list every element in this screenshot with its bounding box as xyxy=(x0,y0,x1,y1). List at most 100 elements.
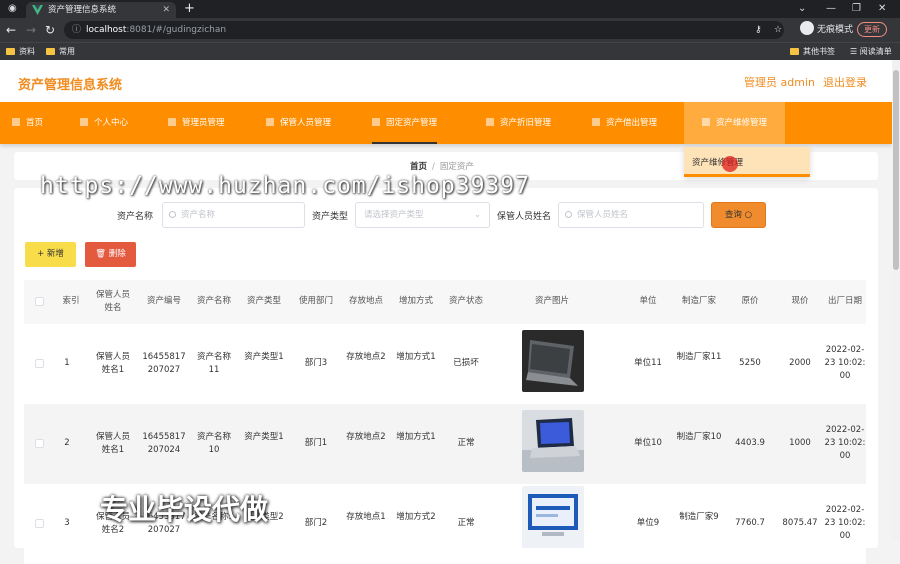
menu-item-fixed-assets[interactable]: 固定资产管理 xyxy=(372,102,438,144)
asset-name-input[interactable]: 资产名称 xyxy=(162,202,305,228)
keeper-name-input[interactable]: 保管人员姓名 xyxy=(558,202,704,228)
menu-item-repair[interactable]: 资产维修管理 xyxy=(684,102,786,144)
key-icon[interactable]: ⚷ xyxy=(755,21,762,39)
other-bookmarks-label: 其他书签 xyxy=(803,47,835,56)
reading-list-label: 阅读清单 xyxy=(859,47,892,56)
cell-name: 资产名称10 xyxy=(196,432,231,455)
cell-maker: 制造厂家11 xyxy=(676,352,722,362)
maximize-icon[interactable]: ❐ xyxy=(852,0,861,18)
search-icon xyxy=(565,211,572,218)
admin-icon xyxy=(168,118,176,126)
admin-label: 管理员 admin xyxy=(744,76,815,89)
logout-link[interactable]: 退出登录 xyxy=(823,74,867,90)
add-button[interactable]: + 新增 xyxy=(25,242,76,267)
minimize-icon[interactable]: — xyxy=(826,0,836,18)
cell-location: 存放地点2 xyxy=(346,432,386,442)
asset-image-screen xyxy=(522,486,584,548)
search-button[interactable]: 查询 ○ xyxy=(711,202,766,228)
folder-icon xyxy=(46,48,55,55)
asset-image-laptop xyxy=(522,330,584,392)
reading-list[interactable]: ☰ 阅读清单 xyxy=(850,46,892,58)
asset-type-select[interactable]: 请选择资产类型 ⌄ xyxy=(355,202,490,228)
delete-label: 删除 xyxy=(108,249,126,259)
cell-date: 2022-02-23 10:02:00 xyxy=(824,425,866,461)
app-page: 资产管理信息系统 管理员 admin 退出登录 首页 个人中心 管理员管理 保管… xyxy=(0,60,892,564)
cell-location: 存放地点2 xyxy=(346,352,386,362)
repair-dropdown: 资产维修管理 xyxy=(684,147,810,177)
menu-item-depreciation[interactable]: 资产折旧管理 xyxy=(486,102,551,144)
click-cursor-indicator xyxy=(722,156,738,172)
th-unit: 单位 xyxy=(639,296,657,306)
row-checkbox[interactable] xyxy=(35,359,44,368)
browser-menu-icon[interactable]: ◉ xyxy=(8,0,17,18)
other-bookmarks[interactable]: 其他书签 xyxy=(790,46,835,58)
breadcrumb-current: 固定资产 xyxy=(439,162,474,172)
th-name: 资产名称 xyxy=(196,296,231,306)
cell-method: 增加方式1 xyxy=(396,432,436,442)
bookmark-label: 资料 xyxy=(19,47,35,56)
incognito-icon[interactable] xyxy=(800,21,814,35)
th-cur-price: 现价 xyxy=(791,296,809,306)
address-bar-row: ← → ↻ ⓘ localhost:8081/#/gudingzichan ⚷ … xyxy=(0,18,900,42)
th-location: 存放地点 xyxy=(348,296,383,306)
cell-orig-price: 7760.7 xyxy=(735,518,765,528)
url-host: localhost xyxy=(86,25,127,35)
bookmarks-bar: 资料 常用 其他书签 ☰ 阅读清单 xyxy=(0,42,900,60)
table-header: 索引 保管人员姓名 资产编号 资产名称 资产类型 使用部门 存放地点 增加方式 … xyxy=(24,280,866,324)
scrollbar-thumb[interactable] xyxy=(893,70,899,270)
bookmark-label: 常用 xyxy=(59,47,75,56)
close-tab-icon[interactable]: ✕ xyxy=(162,2,170,18)
breadcrumb-home[interactable]: 首页 xyxy=(410,162,427,172)
row-checkbox[interactable] xyxy=(35,439,44,448)
reload-icon[interactable]: ↻ xyxy=(45,22,55,38)
cell-orig-price: 5250 xyxy=(739,358,761,368)
menu-item-lending[interactable]: 资产借出管理 xyxy=(592,102,657,144)
new-tab-icon[interactable]: + xyxy=(184,0,195,18)
th-status: 资产状态 xyxy=(448,296,483,306)
cell-unit: 单位10 xyxy=(634,438,662,448)
update-button[interactable]: 更新 xyxy=(857,22,887,37)
row-checkbox[interactable] xyxy=(35,519,44,528)
placeholder: 资产名称 xyxy=(181,210,216,220)
menu-label: 资产维修管理 xyxy=(716,118,768,128)
app-header: 资产管理信息系统 管理员 admin 退出登录 xyxy=(0,60,892,102)
site-info-icon[interactable]: ⓘ xyxy=(72,21,81,39)
menu-item-admin[interactable]: 管理员管理 xyxy=(168,102,225,144)
url-input[interactable]: ⓘ localhost:8081/#/gudingzichan xyxy=(64,21,784,39)
table-row[interactable]: 1 保管人员姓名1 16455817207027 资产名称11 资产类型1 部门… xyxy=(24,324,866,404)
asset-name-label: 资产名称 xyxy=(117,212,154,222)
table-row[interactable]: 2 保管人员姓名1 16455817207024 资产名称10 资产类型1 部门… xyxy=(24,404,866,484)
cell-index: 1 xyxy=(64,358,70,368)
cell-location: 存放地点1 xyxy=(346,512,386,522)
cell-code: 16455817207024 xyxy=(142,432,186,455)
wrench-icon xyxy=(702,118,710,126)
vue-logo-icon xyxy=(32,5,43,15)
star-icon[interactable]: ☆ xyxy=(774,21,782,39)
asset-image-laptop-desk xyxy=(522,410,584,472)
cell-cur-price: 1000 xyxy=(789,438,811,448)
page-scrollbar[interactable] xyxy=(892,60,900,540)
cell-status: 已损坏 xyxy=(453,358,479,368)
bookmark-folder-ziliao[interactable]: 资料 xyxy=(6,46,35,58)
trash-icon: 🗑 xyxy=(95,249,109,259)
delete-button[interactable]: 🗑 删除 xyxy=(85,242,136,267)
browser-tab-strip: ◉ 资产管理信息系统 ✕ + ⌄ — ❐ ✕ xyxy=(0,0,900,18)
select-all-checkbox[interactable] xyxy=(35,297,44,306)
cell-method: 增加方式1 xyxy=(396,352,436,362)
close-window-icon[interactable]: ✕ xyxy=(878,0,886,18)
bookmark-folder-changyong[interactable]: 常用 xyxy=(46,46,75,58)
cell-index: 3 xyxy=(64,518,70,528)
tab-title: 资产管理信息系统 xyxy=(48,5,117,15)
tab-search-icon[interactable]: ⌄ xyxy=(798,0,806,18)
menu-item-home[interactable]: 首页 xyxy=(12,102,43,144)
menu-label: 保管人员管理 xyxy=(280,118,332,128)
menu-label: 固定资产管理 xyxy=(386,118,438,128)
menu-item-keeper[interactable]: 保管人员管理 xyxy=(266,102,331,144)
cell-keeper: 保管人员姓名1 xyxy=(95,432,130,455)
browser-tab[interactable]: 资产管理信息系统 ✕ xyxy=(26,2,176,18)
forward-icon[interactable]: → xyxy=(26,22,36,38)
chevron-down-icon: ⌄ xyxy=(473,210,481,220)
th-index: 索引 xyxy=(62,296,80,306)
menu-item-profile[interactable]: 个人中心 xyxy=(80,102,128,144)
back-icon[interactable]: ← xyxy=(6,22,16,38)
